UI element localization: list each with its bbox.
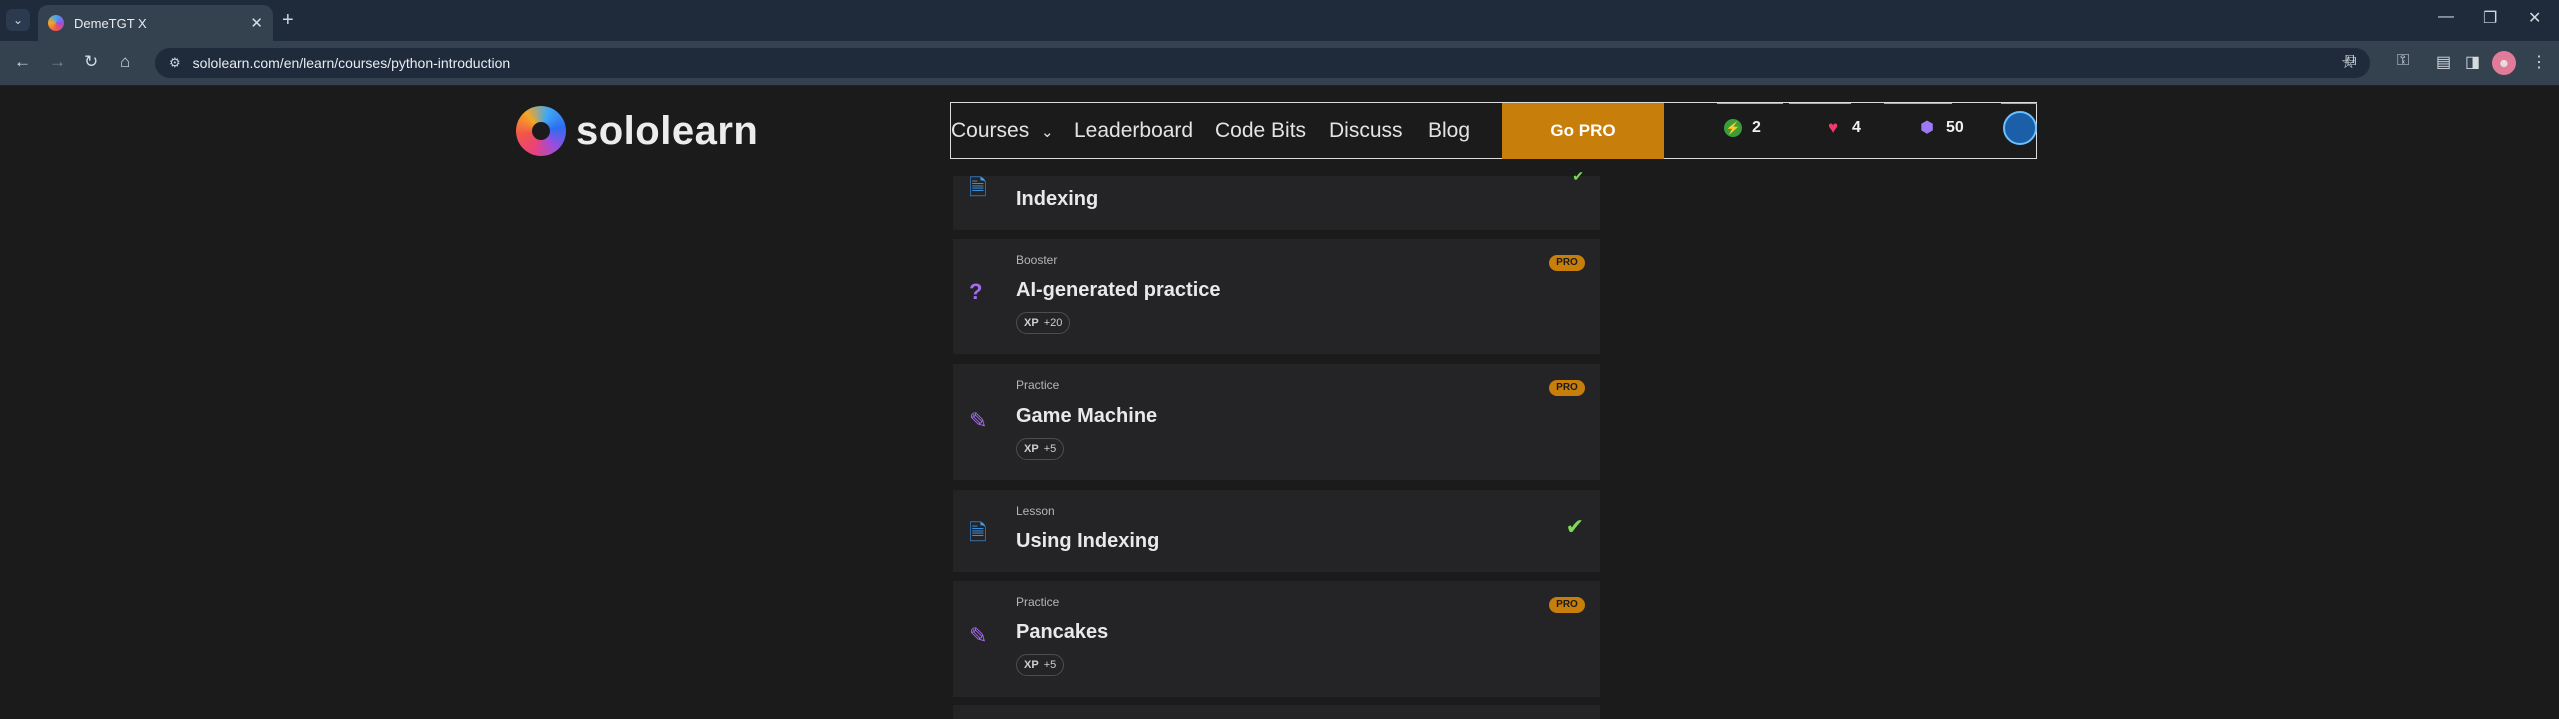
pro-badge: PRO bbox=[1549, 597, 1585, 613]
streak-stat[interactable]: ⚡ 2 bbox=[1724, 119, 1761, 137]
home-icon[interactable]: ⌂ bbox=[120, 52, 130, 72]
url-text[interactable]: sololearn.com/en/learn/courses/python-in… bbox=[193, 55, 511, 71]
nav-discuss[interactable]: Discuss bbox=[1329, 119, 1403, 143]
xp-badge: XP +20 bbox=[1016, 312, 1071, 334]
main-nav: Courses ⌄ Leaderboard Code Bits Discuss … bbox=[950, 102, 2037, 159]
card-type: Lesson bbox=[1016, 504, 1055, 518]
address-bar[interactable]: ⚙ sololearn.com/en/learn/courses/python-… bbox=[155, 48, 2370, 78]
profile-avatar-icon[interactable]: ☻ bbox=[2492, 51, 2516, 75]
gems-count: 50 bbox=[1946, 119, 1964, 136]
lesson-card[interactable]: Lesson 🗎 Using Indexing ✔ bbox=[953, 490, 1600, 572]
question-icon: ? bbox=[969, 279, 983, 304]
site-header: sololearn Courses ⌄ Leaderboard Code Bit… bbox=[0, 86, 2559, 176]
password-key-icon[interactable]: ⚿ bbox=[2397, 52, 2409, 70]
xp-value: +5 bbox=[1043, 659, 1057, 671]
gems-stat[interactable]: ⬢ 50 bbox=[1918, 119, 1964, 137]
heart-icon: ♥ bbox=[1827, 118, 1839, 137]
pro-badge: PRO bbox=[1549, 255, 1585, 271]
card-title: Using Indexing bbox=[1016, 530, 1160, 552]
practice-card[interactable]: Practice PRO ✎ Pancakes XP +5 bbox=[953, 581, 1600, 697]
practice-card[interactable]: Practice PRO ✎ Game Machine XP +5 bbox=[953, 364, 1600, 480]
booster-card[interactable]: Booster PRO ? AI-generated practice XP +… bbox=[953, 239, 1600, 354]
sidebar-icon[interactable]: ◨ bbox=[2465, 52, 2480, 72]
nav-leaderboard[interactable]: Leaderboard bbox=[1074, 119, 1193, 143]
xp-label: XP bbox=[1024, 317, 1039, 329]
user-avatar[interactable] bbox=[2003, 111, 2037, 145]
go-pro-button[interactable]: Go PRO bbox=[1502, 103, 1664, 159]
sololearn-logo[interactable]: sololearn bbox=[516, 106, 758, 156]
streak-count: 2 bbox=[1752, 119, 1761, 136]
tab-title: DemeTGT X bbox=[74, 15, 147, 31]
pro-badge: PRO bbox=[1549, 380, 1585, 396]
reload-icon[interactable]: ↻ bbox=[84, 52, 98, 72]
restore-icon[interactable]: ❐ bbox=[2483, 8, 2497, 28]
lesson-document-icon: 🗎 bbox=[969, 520, 987, 545]
chevron-down-icon: ⌄ bbox=[1041, 124, 1054, 141]
sololearn-favicon-icon bbox=[48, 15, 64, 31]
completed-check-icon: ✔ bbox=[1572, 168, 1584, 184]
divider bbox=[1884, 103, 1952, 104]
gem-icon: ⬢ bbox=[1920, 119, 1934, 136]
divider bbox=[1789, 103, 1851, 104]
xp-value: +5 bbox=[1043, 443, 1057, 455]
nav-code-bits[interactable]: Code Bits bbox=[1215, 119, 1306, 143]
nav-courses[interactable]: Courses ⌄ bbox=[951, 119, 1054, 143]
hearts-count: 4 bbox=[1852, 119, 1861, 136]
card-title: Pancakes bbox=[1016, 621, 1109, 643]
divider bbox=[2001, 103, 2037, 104]
next-card[interactable] bbox=[953, 705, 1600, 719]
browser-tab-bar: ⌄ DemeTGT X ✕ + — ❐ ✕ bbox=[0, 0, 2559, 41]
card-type: Practice bbox=[1016, 595, 1060, 609]
card-type: Practice bbox=[1016, 378, 1060, 392]
browser-tab[interactable]: DemeTGT X ✕ bbox=[38, 5, 273, 41]
sololearn-logo-icon bbox=[516, 106, 566, 156]
card-type: Booster bbox=[1016, 253, 1058, 267]
tab-search-chevron-icon[interactable]: ⌄ bbox=[6, 9, 30, 31]
card-title: Game Machine bbox=[1016, 405, 1158, 427]
hearts-stat[interactable]: ♥ 4 bbox=[1824, 119, 1861, 137]
browser-toolbar: ← → ↻ ⌂ ⚙ sololearn.com/en/learn/courses… bbox=[0, 41, 2559, 86]
more-menu-icon[interactable]: ⋮ bbox=[2531, 52, 2547, 72]
nav-courses-label: Courses bbox=[951, 119, 1030, 142]
extensions-icon[interactable]: ⧉ bbox=[2345, 52, 2356, 70]
practice-pencil-icon: ✎ bbox=[969, 623, 988, 648]
xp-badge: XP +5 bbox=[1016, 654, 1065, 676]
xp-value: +20 bbox=[1043, 317, 1063, 329]
divider bbox=[1717, 103, 1783, 104]
minimize-icon[interactable]: — bbox=[2438, 8, 2454, 26]
new-tab-button[interactable]: + bbox=[282, 9, 294, 32]
practice-pencil-icon: ✎ bbox=[969, 408, 988, 433]
forward-arrow-icon[interactable]: → bbox=[49, 52, 66, 72]
xp-badge: XP +5 bbox=[1016, 438, 1065, 460]
lesson-card[interactable]: 🗎 Indexing ✔ bbox=[953, 168, 1600, 230]
logo-text: sololearn bbox=[576, 108, 759, 153]
completed-check-icon: ✔ bbox=[1565, 514, 1584, 539]
card-title: AI-generated practice bbox=[1016, 279, 1221, 301]
site-info-icon[interactable]: ⚙ bbox=[169, 55, 181, 71]
xp-label: XP bbox=[1024, 443, 1039, 455]
tab-close-icon[interactable]: ✕ bbox=[250, 14, 263, 32]
xp-label: XP bbox=[1024, 659, 1039, 671]
bolt-icon: ⚡ bbox=[1724, 119, 1742, 137]
nav-blog[interactable]: Blog bbox=[1428, 119, 1470, 143]
close-window-icon[interactable]: ✕ bbox=[2528, 8, 2541, 28]
back-arrow-icon[interactable]: ← bbox=[14, 52, 31, 72]
lesson-document-icon: 🗎 bbox=[969, 175, 987, 200]
card-title: Indexing bbox=[1016, 188, 1099, 210]
reading-mode-icon[interactable]: ▤ bbox=[2436, 52, 2451, 72]
